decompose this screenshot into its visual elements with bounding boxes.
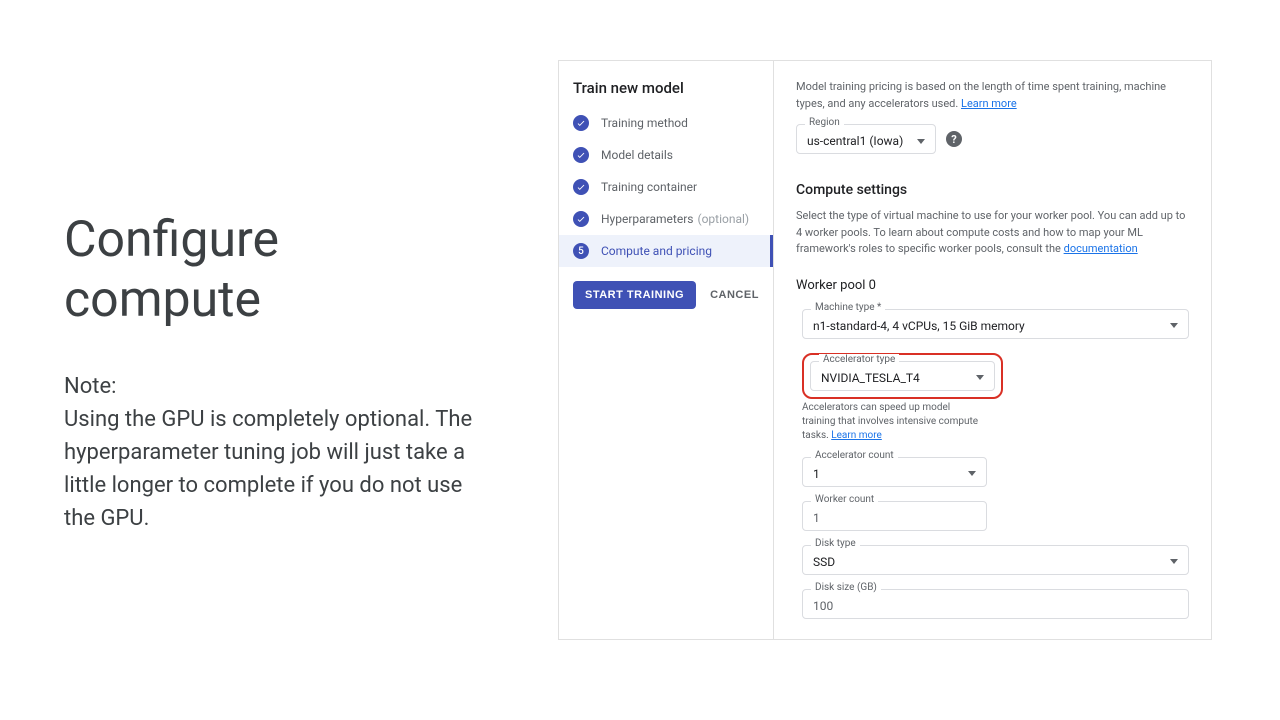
check-icon	[573, 211, 589, 227]
accelerator-type-label: Accelerator type	[819, 354, 899, 365]
chevron-down-icon	[976, 375, 984, 380]
accelerator-count-value: 1	[813, 467, 820, 481]
disk-size-input[interactable]	[802, 589, 1189, 619]
disk-type-select[interactable]: SSD	[802, 545, 1189, 575]
disk-size-label: Disk size (GB)	[811, 582, 881, 593]
step-compute-pricing[interactable]: 5 Compute and pricing	[559, 235, 773, 267]
step-model-details[interactable]: Model details	[559, 139, 773, 171]
slide-title-l2: compute	[64, 271, 261, 329]
note-label: Note:	[64, 374, 116, 399]
accelerator-type-highlight: Accelerator type NVIDIA_TESLA_T4	[802, 353, 1003, 399]
worker-count-label: Worker count	[811, 494, 878, 505]
step-training-method[interactable]: Training method	[559, 107, 773, 139]
slide-note: Note: Using the GPU is completely option…	[64, 370, 494, 535]
step-training-container[interactable]: Training container	[559, 171, 773, 203]
accelerator-type-select[interactable]: NVIDIA_TESLA_T4	[810, 361, 995, 391]
chevron-down-icon	[968, 471, 976, 476]
chevron-down-icon	[917, 139, 925, 144]
accelerator-help-text: Accelerators can speed up model training…	[802, 401, 982, 443]
slide-title-l1: Configure	[64, 211, 279, 269]
documentation-link[interactable]: documentation	[1064, 242, 1138, 255]
pricing-text: Model training pricing is based on the l…	[796, 79, 1189, 112]
cancel-button[interactable]: CANCEL	[710, 289, 759, 301]
sidebar-title: Train new model	[559, 73, 773, 107]
accelerator-count-select[interactable]: 1	[802, 457, 987, 487]
note-body: Using the GPU is completely optional. Th…	[64, 407, 472, 531]
compute-settings-title: Compute settings	[796, 182, 1189, 198]
help-icon[interactable]: ?	[946, 131, 962, 147]
wizard-sidebar: Train new model Training method Model de…	[559, 61, 774, 639]
main-content: Model training pricing is based on the l…	[774, 61, 1211, 639]
accelerator-type-value: NVIDIA_TESLA_T4	[821, 371, 920, 385]
chevron-down-icon	[1170, 323, 1178, 328]
machine-type-value: n1-standard-4, 4 vCPUs, 15 GiB memory	[813, 319, 1025, 333]
start-training-button[interactable]: START TRAINING	[573, 281, 696, 309]
accel-learn-more-link[interactable]: Learn more	[831, 430, 882, 441]
worker-pool-title: Worker pool 0	[796, 278, 1189, 293]
check-icon	[573, 115, 589, 131]
accelerator-count-label: Accelerator count	[811, 450, 898, 461]
region-value: us-central1 (Iowa)	[807, 134, 903, 148]
region-select[interactable]: us-central1 (Iowa)	[796, 124, 936, 154]
step-label: Hyperparameters	[601, 212, 693, 226]
disk-type-value: SSD	[813, 555, 835, 569]
slide-title: Configure compute	[64, 210, 494, 330]
learn-more-link[interactable]: Learn more	[961, 97, 1017, 110]
step-optional: (optional)	[697, 212, 749, 226]
machine-type-select[interactable]: n1-standard-4, 4 vCPUs, 15 GiB memory	[802, 309, 1189, 339]
step-label: Compute and pricing	[601, 244, 712, 258]
check-icon	[573, 147, 589, 163]
accel-help-body: Accelerators can speed up model training…	[802, 402, 978, 441]
machine-type-label: Machine type *	[811, 302, 885, 313]
check-icon	[573, 179, 589, 195]
compute-settings-desc: Select the type of virtual machine to us…	[796, 208, 1189, 258]
worker-count-input[interactable]	[802, 501, 987, 531]
step-label: Training method	[601, 116, 688, 130]
step-label: Training container	[601, 180, 697, 194]
disk-type-label: Disk type	[811, 538, 860, 549]
chevron-down-icon	[1170, 559, 1178, 564]
step-hyperparameters[interactable]: Hyperparameters (optional)	[559, 203, 773, 235]
train-model-panel: Train new model Training method Model de…	[558, 60, 1212, 640]
step-label: Model details	[601, 148, 673, 162]
step-number-icon: 5	[573, 243, 589, 259]
region-label: Region	[805, 117, 844, 128]
